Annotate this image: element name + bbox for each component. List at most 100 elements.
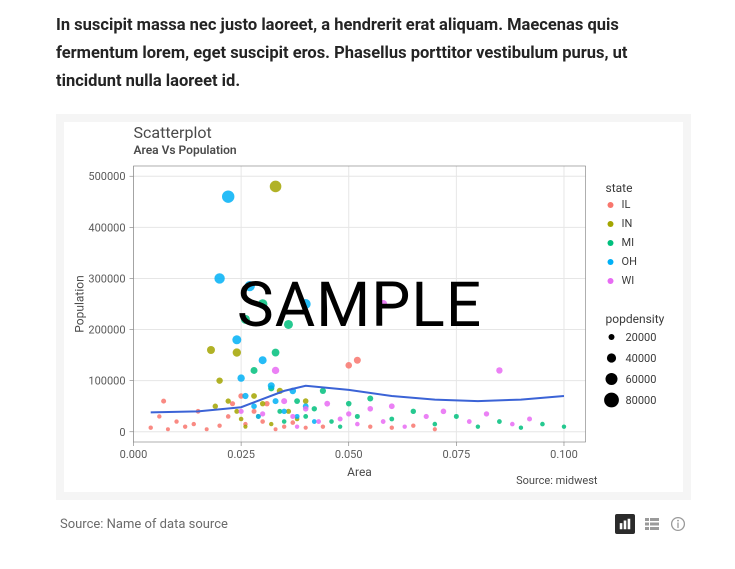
data-point xyxy=(321,425,325,429)
data-point xyxy=(183,425,187,429)
data-point xyxy=(217,424,221,428)
data-point xyxy=(312,406,317,411)
data-point xyxy=(367,396,373,402)
data-point xyxy=(205,427,209,431)
data-point xyxy=(251,404,257,410)
x-tick-label: 0.000 xyxy=(120,448,148,461)
data-point xyxy=(270,181,282,193)
legend-label: OH xyxy=(622,255,637,268)
data-point xyxy=(282,419,287,424)
x-tick-label: 0.025 xyxy=(227,448,255,461)
data-point xyxy=(346,401,352,407)
data-point xyxy=(222,191,234,203)
legend-size-swatch xyxy=(609,334,615,340)
data-point xyxy=(346,411,351,416)
data-point xyxy=(320,388,326,394)
data-point xyxy=(282,425,286,429)
chart-subtitle: Area Vs Population xyxy=(134,143,237,157)
intro-paragraph: In suscipit massa nec justo laoreet, a h… xyxy=(56,12,691,96)
data-point xyxy=(303,398,309,404)
data-point xyxy=(237,375,244,382)
data-point xyxy=(303,414,308,419)
data-point xyxy=(281,398,287,404)
x-tick-label: 0.100 xyxy=(550,448,578,461)
data-point xyxy=(316,419,321,424)
y-tick-label: 100000 xyxy=(88,375,125,388)
chart-caption: Source: midwest xyxy=(516,474,598,487)
data-point xyxy=(251,367,258,374)
legend-swatch xyxy=(608,278,614,284)
data-point xyxy=(260,411,265,416)
data-point xyxy=(484,411,489,416)
data-point xyxy=(243,425,247,429)
chart-title: Scatterplot xyxy=(134,123,212,142)
data-point xyxy=(161,399,166,404)
y-tick-label: 300000 xyxy=(88,273,125,286)
data-point xyxy=(149,426,153,430)
data-point xyxy=(268,382,275,389)
y-tick-label: 200000 xyxy=(88,324,125,337)
y-tick-label: 400000 xyxy=(88,221,125,234)
data-point xyxy=(260,419,265,424)
data-point xyxy=(216,378,222,384)
legend-label: IL xyxy=(622,198,631,211)
data-point xyxy=(269,422,273,426)
data-point xyxy=(207,346,215,354)
data-point xyxy=(281,409,286,414)
data-point xyxy=(345,362,352,369)
data-point xyxy=(256,414,261,419)
legend-swatch xyxy=(608,259,614,265)
color-legend-title: state xyxy=(606,181,633,195)
data-point xyxy=(295,425,299,429)
data-point xyxy=(213,404,218,409)
data-point xyxy=(467,419,472,424)
data-point xyxy=(290,420,295,425)
data-point xyxy=(274,427,278,431)
data-point xyxy=(174,419,178,423)
data-point xyxy=(192,422,196,426)
data-point xyxy=(273,398,279,404)
data-point xyxy=(295,414,300,419)
data-point xyxy=(424,414,429,419)
data-point xyxy=(242,393,248,399)
chart-actions xyxy=(615,514,687,534)
data-point xyxy=(304,426,308,430)
y-tick-label: 0 xyxy=(119,426,125,439)
legend-size-label: 80000 xyxy=(626,394,657,407)
data-point xyxy=(381,419,386,424)
loess-smooth-line xyxy=(151,386,564,413)
data-point xyxy=(476,425,480,429)
legend-swatch xyxy=(608,240,614,246)
data-point xyxy=(226,399,231,404)
table-view-icon[interactable] xyxy=(643,515,661,533)
data-point xyxy=(259,356,267,364)
data-point xyxy=(272,349,280,357)
data-point xyxy=(260,401,265,406)
data-point xyxy=(389,417,394,422)
data-point xyxy=(239,417,244,422)
data-point xyxy=(540,422,545,427)
data-point xyxy=(239,409,244,414)
data-point xyxy=(411,409,416,414)
data-point xyxy=(368,425,372,429)
info-icon[interactable] xyxy=(669,515,687,533)
data-point xyxy=(355,422,360,427)
legend-label: WI xyxy=(622,274,635,287)
data-point xyxy=(294,398,300,404)
data-point xyxy=(166,427,170,431)
y-tick-label: 500000 xyxy=(88,170,125,183)
data-point xyxy=(519,426,523,430)
legend-size-label: 60000 xyxy=(626,373,657,386)
x-tick-label: 0.050 xyxy=(335,448,363,461)
y-axis-title: Population xyxy=(73,275,87,332)
data-point xyxy=(324,401,330,407)
chart-view-icon[interactable] xyxy=(615,514,635,534)
data-point xyxy=(157,414,161,418)
legend-size-label: 20000 xyxy=(626,331,657,344)
data-point xyxy=(290,414,295,419)
chart-card: ScatterplotArea Vs Population 0.000 0.025 0… xyxy=(56,114,691,500)
size-legend-title: popdensity xyxy=(606,312,665,326)
data-point xyxy=(338,417,343,422)
data-point xyxy=(251,393,257,399)
data-point xyxy=(562,425,566,429)
